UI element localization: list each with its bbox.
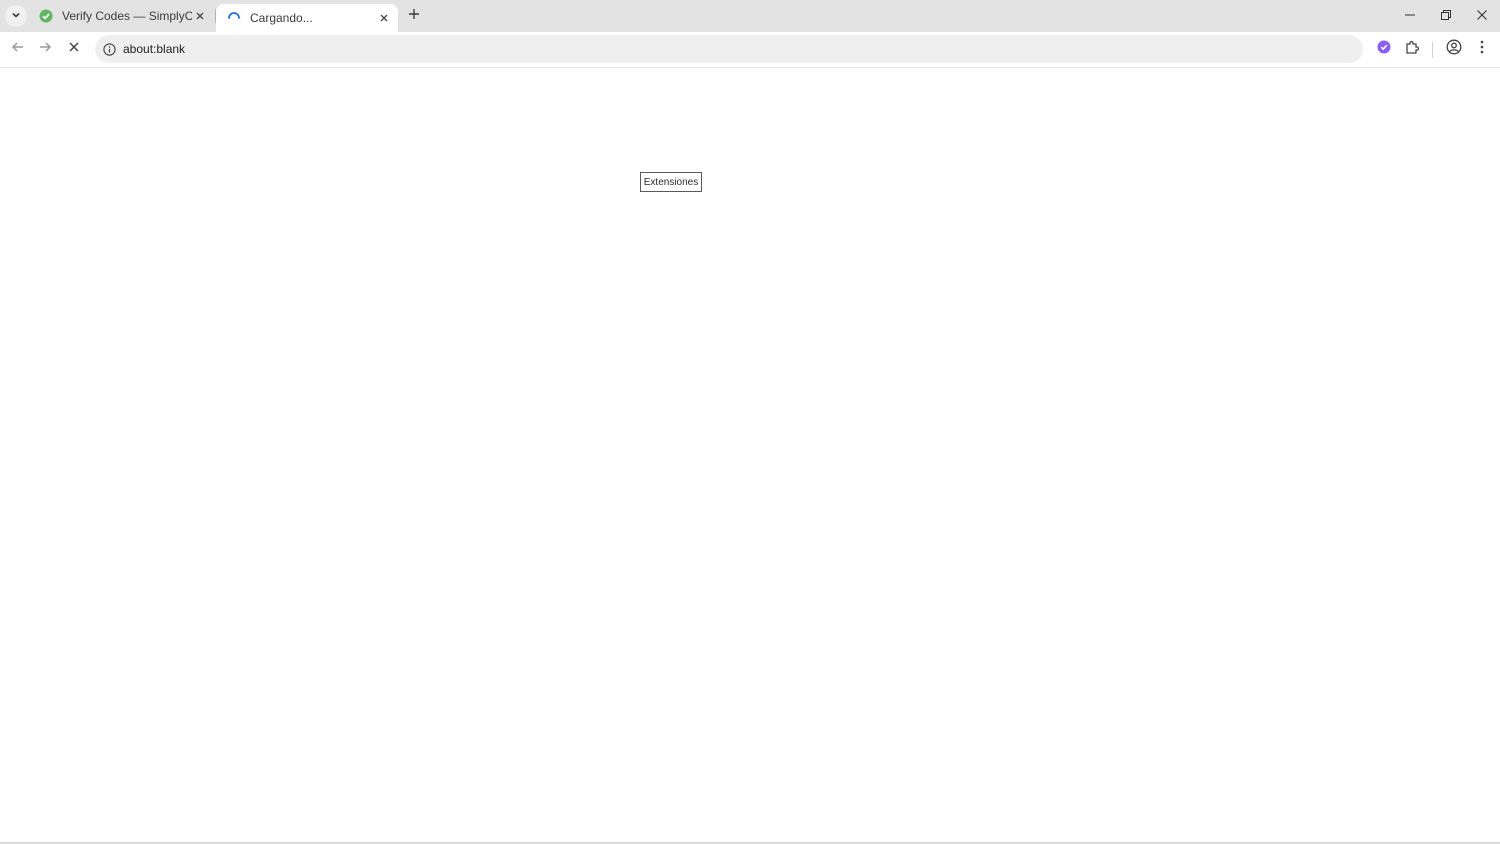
chevron-down-icon xyxy=(11,7,21,25)
tab-title: Cargando... xyxy=(250,11,313,25)
arrow-left-icon xyxy=(11,40,25,59)
browser-toolbar: about:blank xyxy=(0,32,1500,68)
account-icon xyxy=(1446,39,1462,60)
plus-icon xyxy=(408,7,420,25)
close-icon xyxy=(1477,7,1487,25)
address-bar[interactable]: about:blank xyxy=(95,35,1363,63)
window-close-button[interactable] xyxy=(1464,0,1500,32)
kebab-menu-icon xyxy=(1480,40,1484,59)
back-button[interactable] xyxy=(4,35,32,63)
profile-button[interactable] xyxy=(1440,35,1468,63)
toolbar-divider xyxy=(1432,42,1433,58)
new-tab-button[interactable] xyxy=(403,5,425,27)
menu-button[interactable] xyxy=(1468,35,1496,63)
tab-search-button[interactable] xyxy=(5,5,27,27)
extensions-tooltip: Extensiones xyxy=(640,172,702,192)
extension-logo-icon xyxy=(1377,40,1391,59)
tab-title: Verify Codes — SimplyCodes xyxy=(62,9,192,23)
restore-icon xyxy=(1441,7,1451,25)
simplycodes-extension-button[interactable] xyxy=(1370,35,1398,63)
page-content: Extensiones xyxy=(0,68,1500,842)
info-icon[interactable] xyxy=(101,41,117,57)
close-icon[interactable] xyxy=(376,10,392,26)
extensions-button[interactable] xyxy=(1398,35,1426,63)
url-text[interactable]: about:blank xyxy=(123,42,185,56)
minimize-button[interactable] xyxy=(1392,0,1428,32)
arrow-right-icon xyxy=(38,40,52,59)
loading-spinner-icon xyxy=(226,10,242,26)
stop-loading-button[interactable] xyxy=(60,35,88,63)
forward-button[interactable] xyxy=(31,35,59,63)
tab-strip: Verify Codes — SimplyCodes Cargando... xyxy=(0,0,1500,32)
close-icon[interactable] xyxy=(192,8,208,24)
tab-loading[interactable]: Cargando... xyxy=(216,4,398,32)
minimize-icon xyxy=(1405,7,1415,25)
restore-button[interactable] xyxy=(1428,0,1464,32)
simplycodes-icon xyxy=(38,8,54,24)
close-icon xyxy=(68,40,80,58)
tab-verify-codes[interactable]: Verify Codes — SimplyCodes xyxy=(28,0,214,32)
puzzle-icon xyxy=(1404,39,1420,60)
